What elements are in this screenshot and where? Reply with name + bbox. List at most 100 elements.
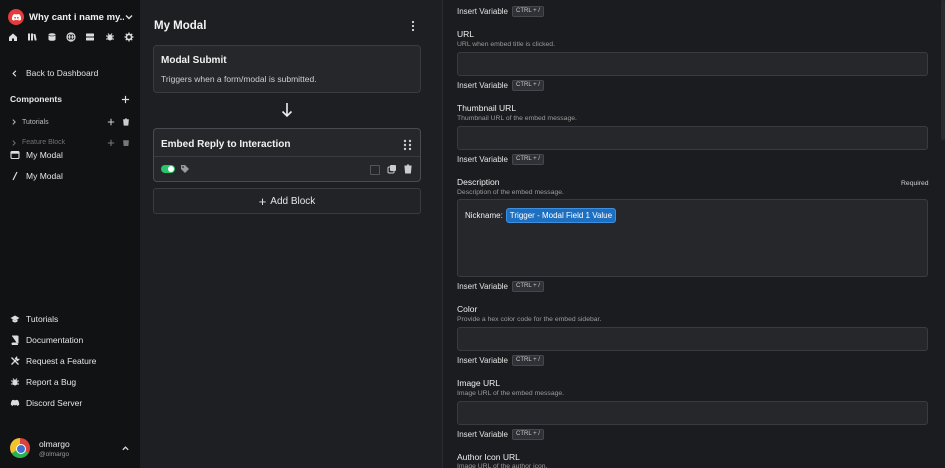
tools-icon	[11, 356, 20, 365]
add-icon[interactable]	[107, 118, 115, 126]
author-icon-desc: Image URL of the author icon.	[457, 463, 548, 468]
bug-icon	[11, 378, 19, 386]
author-icon-label: Author Icon URL	[457, 452, 520, 462]
user-profile[interactable]: olmargo @olmargo	[10, 435, 130, 461]
thumbnail-label: Thumbnail URL	[457, 103, 517, 113]
url-desc: URL when embed title is clicked.	[457, 41, 555, 48]
tree-label: Tutorials	[22, 118, 49, 126]
sidebar-item-discord-server[interactable]: Discord Server	[10, 398, 82, 408]
sidebar-item-label: Report a Bug	[26, 377, 77, 387]
back-to-dashboard-link[interactable]: Back to Dashboard	[10, 68, 98, 78]
server-logo-icon	[8, 9, 24, 25]
sidebar-item-label: Tutorials	[26, 314, 59, 324]
insert-variable-button[interactable]: Insert Variable CTRL + /	[457, 80, 544, 91]
home-icon[interactable]	[8, 32, 18, 42]
sidebar-item-label: My Modal	[26, 171, 63, 181]
thumbnail-input[interactable]	[457, 126, 928, 150]
quick-nav-bar	[8, 32, 134, 46]
flow-canvas: My Modal Modal Submit Triggers when a fo…	[140, 0, 432, 468]
plus-icon: +	[258, 193, 267, 209]
sidebar-item-tutorials[interactable]: Tutorials	[10, 314, 58, 324]
add-block-button[interactable]: + Add Block	[153, 188, 421, 214]
back-label: Back to Dashboard	[26, 68, 99, 78]
components-header: Components	[10, 94, 130, 104]
insert-label: Insert Variable	[457, 282, 508, 291]
tree-folder-tutorials[interactable]: Tutorials	[10, 118, 130, 126]
insert-label: Insert Variable	[457, 81, 508, 90]
database-icon[interactable]	[47, 32, 57, 42]
sidebar: Why cant i name my... Back to Dashboard …	[0, 0, 141, 468]
shortcut-badge: CTRL + /	[512, 355, 544, 366]
image-url-input[interactable]	[457, 401, 928, 425]
chevron-down-icon[interactable]	[124, 12, 134, 22]
add-icon[interactable]	[107, 139, 115, 146]
server-icon[interactable]	[85, 32, 95, 42]
tree-folder-feature-block[interactable]: Feature Block	[10, 139, 130, 146]
insert-variable-button[interactable]: Insert Variable CTRL + /	[457, 6, 544, 17]
chevron-right-icon	[12, 119, 16, 125]
url-label: URL	[457, 29, 475, 39]
user-handle: @olmargo	[39, 450, 70, 458]
book-icon	[11, 335, 19, 345]
trigger-block-subtitle: Triggers when a form/modal is submitted.	[161, 74, 317, 84]
shortcut-badge: CTRL + /	[512, 80, 544, 91]
scrollbar[interactable]	[941, 0, 945, 140]
description-textarea[interactable]: Nickname: Trigger - Modal Field 1 Value	[457, 199, 928, 277]
chevron-left-icon	[12, 69, 17, 77]
drag-handle-icon[interactable]	[403, 139, 412, 151]
slash-command-icon	[12, 171, 18, 181]
sidebar-item-report-bug[interactable]: Report a Bug	[10, 377, 76, 387]
image-url-desc: Image URL of the embed message.	[457, 390, 565, 397]
insert-variable-button[interactable]: Insert Variable CTRL + /	[457, 355, 544, 366]
panel-divider	[432, 0, 442, 468]
tag-icon[interactable]	[180, 164, 190, 174]
insert-label: Insert Variable	[457, 7, 508, 16]
variable-pill[interactable]: Trigger - Modal Field 1 Value	[505, 208, 617, 223]
duplicate-icon[interactable]	[387, 164, 397, 174]
url-input[interactable]	[457, 52, 928, 76]
insert-variable-button[interactable]: Insert Variable CTRL + /	[457, 429, 544, 440]
properties-panel: Insert Variable CTRL + / URL URL when em…	[442, 0, 945, 468]
page-title: My Modal	[154, 20, 207, 32]
gear-icon[interactable]	[124, 32, 134, 42]
insert-variable-button[interactable]: Insert Variable CTRL + /	[457, 281, 544, 292]
description-label: Description	[457, 177, 500, 187]
description-prefix: Nickname:	[465, 211, 503, 220]
shortcut-badge: CTRL + /	[512, 6, 544, 17]
color-input[interactable]	[457, 327, 928, 351]
discord-icon	[10, 399, 20, 406]
trash-icon[interactable]	[122, 139, 130, 146]
trigger-block[interactable]: Modal Submit Triggers when a form/modal …	[153, 45, 421, 93]
sidebar-item-my-modal-command[interactable]: My Modal	[10, 171, 63, 181]
trash-icon[interactable]	[122, 118, 130, 126]
thumbnail-desc: Thumbnail URL of the embed message.	[457, 115, 577, 122]
trash-icon[interactable]	[403, 164, 413, 174]
description-desc: Description of the embed message.	[457, 189, 564, 196]
avatar	[10, 438, 30, 458]
add-block-label: Add Block	[270, 195, 316, 207]
globe-icon[interactable]	[66, 32, 76, 42]
action-block-title: Embed Reply to Interaction	[161, 139, 291, 150]
enabled-toggle[interactable]	[161, 165, 175, 173]
shortcut-badge: CTRL + /	[512, 429, 544, 440]
bug-icon[interactable]	[105, 32, 115, 42]
user-name: olmargo	[39, 438, 70, 449]
server-name: Why cant i name my...	[29, 11, 124, 23]
add-component-icon[interactable]	[121, 95, 130, 104]
tree-label: Feature Block	[22, 139, 66, 146]
image-url-label: Image URL	[457, 378, 500, 388]
action-block[interactable]: Embed Reply to Interaction	[153, 128, 421, 182]
insert-label: Insert Variable	[457, 356, 508, 365]
insert-label: Insert Variable	[457, 430, 508, 439]
select-checkbox[interactable]	[370, 165, 380, 175]
sidebar-item-request-feature[interactable]: Request a Feature	[10, 356, 96, 366]
shortcut-badge: CTRL + /	[512, 154, 544, 165]
shortcut-badge: CTRL + /	[512, 281, 544, 292]
chevron-up-icon[interactable]	[121, 444, 130, 453]
library-icon[interactable]	[27, 32, 38, 42]
insert-variable-button[interactable]: Insert Variable CTRL + /	[457, 154, 544, 165]
server-selector[interactable]: Why cant i name my...	[8, 8, 134, 26]
sidebar-item-documentation[interactable]: Documentation	[10, 335, 83, 345]
more-options-icon[interactable]	[410, 20, 416, 32]
sidebar-item-my-modal[interactable]: My Modal	[10, 150, 63, 160]
